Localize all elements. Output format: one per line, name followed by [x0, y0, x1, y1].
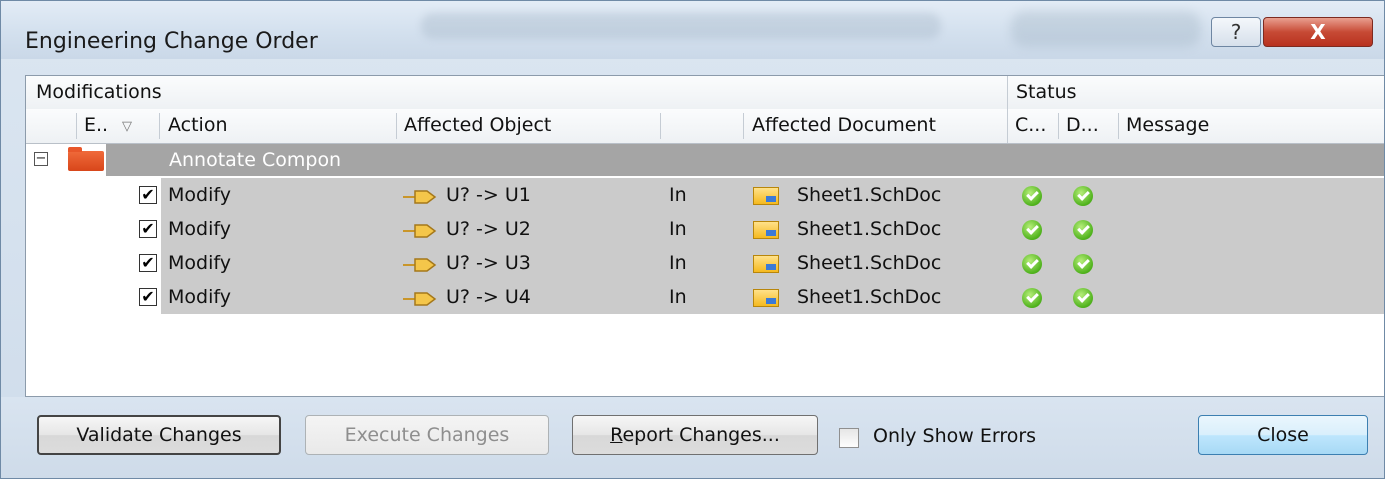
row-action: Modify — [168, 218, 231, 240]
schematic-document-icon — [753, 187, 779, 205]
column-header-action[interactable]: Action — [168, 114, 228, 136]
column-divider — [1118, 113, 1119, 139]
row-action: Modify — [168, 184, 231, 206]
row-action: Modify — [168, 252, 231, 274]
column-divider — [1007, 76, 1008, 109]
check-status-ok-icon — [1022, 186, 1042, 206]
eco-dialog: Engineering Change Order ? X Modificatio… — [0, 0, 1385, 479]
row-direction: In — [669, 252, 687, 274]
column-header-check[interactable]: C... — [1015, 114, 1046, 136]
component-pin-icon — [403, 258, 437, 272]
report-changes-button[interactable]: Report Changes... — [572, 415, 818, 455]
column-divider — [743, 113, 744, 139]
column-header-affected-object[interactable]: Affected Object — [404, 114, 551, 136]
component-pin-icon — [403, 224, 437, 238]
schematic-document-icon — [753, 221, 779, 239]
done-status-ok-icon — [1073, 254, 1093, 274]
titlebar-reflection — [421, 13, 941, 39]
component-pin-icon — [403, 190, 437, 204]
component-pin-icon — [403, 292, 437, 306]
group-label: Annotate Compon — [169, 149, 342, 171]
change-row[interactable]: ✔ Modify U? -> U4 In Sheet1.SchDoc — [26, 280, 1384, 314]
row-direction: In — [669, 184, 687, 206]
column-divider — [1007, 109, 1008, 143]
row-action: Modify — [168, 286, 231, 308]
grid-column-header: E.. ▽ Action Affected Object Affected Do… — [26, 109, 1384, 144]
row-affected-document: Sheet1.SchDoc — [797, 184, 942, 206]
change-group-row[interactable]: − Annotate Compon — [26, 144, 1384, 176]
filter-icon[interactable]: ▽ — [122, 119, 132, 134]
folder-icon — [68, 147, 104, 171]
window-close-button[interactable]: X — [1263, 17, 1373, 47]
row-affected-object: U? -> U4 — [446, 286, 531, 308]
done-status-ok-icon — [1073, 220, 1093, 240]
title-bar[interactable]: Engineering Change Order ? X — [1, 1, 1384, 59]
report-label: eport Changes... — [622, 424, 780, 446]
modifications-grid[interactable]: Modifications Status E.. ▽ Action Affect… — [25, 75, 1384, 397]
column-divider — [76, 113, 77, 139]
execute-changes-button[interactable]: Execute Changes — [305, 415, 549, 455]
row-affected-document: Sheet1.SchDoc — [797, 252, 942, 274]
change-row[interactable]: ✔ Modify U? -> U3 In Sheet1.SchDoc — [26, 246, 1384, 280]
window-title: Engineering Change Order — [25, 29, 318, 54]
column-divider — [159, 113, 160, 139]
column-divider — [660, 113, 661, 139]
only-show-errors-checkbox[interactable] — [839, 428, 859, 448]
collapse-toggle-icon[interactable]: − — [34, 152, 48, 166]
report-mnemonic: R — [610, 424, 623, 446]
only-show-errors-label[interactable]: Only Show Errors — [873, 425, 1036, 447]
row-direction: In — [669, 286, 687, 308]
row-affected-document: Sheet1.SchDoc — [797, 286, 942, 308]
column-header-message[interactable]: Message — [1126, 114, 1209, 136]
column-divider — [1058, 113, 1059, 139]
row-affected-object: U? -> U2 — [446, 218, 531, 240]
change-row[interactable]: ✔ Modify U? -> U2 In Sheet1.SchDoc — [26, 212, 1384, 246]
check-status-ok-icon — [1022, 220, 1042, 240]
modifications-group-header: Modifications — [36, 81, 162, 103]
row-affected-document: Sheet1.SchDoc — [797, 218, 942, 240]
schematic-document-icon — [753, 289, 779, 307]
grid-group-header: Modifications Status — [26, 76, 1384, 110]
titlebar-reflection — [1011, 11, 1201, 47]
schematic-document-icon — [753, 255, 779, 273]
change-row[interactable]: ✔ Modify U? -> U1 In Sheet1.SchDoc — [26, 178, 1384, 212]
status-group-header: Status — [1016, 81, 1077, 103]
row-direction: In — [669, 218, 687, 240]
done-status-ok-icon — [1073, 288, 1093, 308]
column-divider — [396, 113, 397, 139]
enable-checkbox[interactable]: ✔ — [139, 186, 157, 204]
done-status-ok-icon — [1073, 186, 1093, 206]
close-button[interactable]: Close — [1198, 415, 1368, 455]
validate-changes-button[interactable]: Validate Changes — [37, 415, 281, 455]
check-status-ok-icon — [1022, 288, 1042, 308]
column-header-affected-document[interactable]: Affected Document — [752, 114, 936, 136]
help-button[interactable]: ? — [1211, 17, 1261, 47]
check-status-ok-icon — [1022, 254, 1042, 274]
enable-checkbox[interactable]: ✔ — [139, 254, 157, 272]
enable-checkbox[interactable]: ✔ — [139, 220, 157, 238]
column-header-done[interactable]: D... — [1066, 114, 1099, 136]
row-affected-object: U? -> U3 — [446, 252, 531, 274]
column-header-enable[interactable]: E.. — [84, 114, 108, 136]
row-affected-object: U? -> U1 — [446, 184, 531, 206]
enable-checkbox[interactable]: ✔ — [139, 288, 157, 306]
